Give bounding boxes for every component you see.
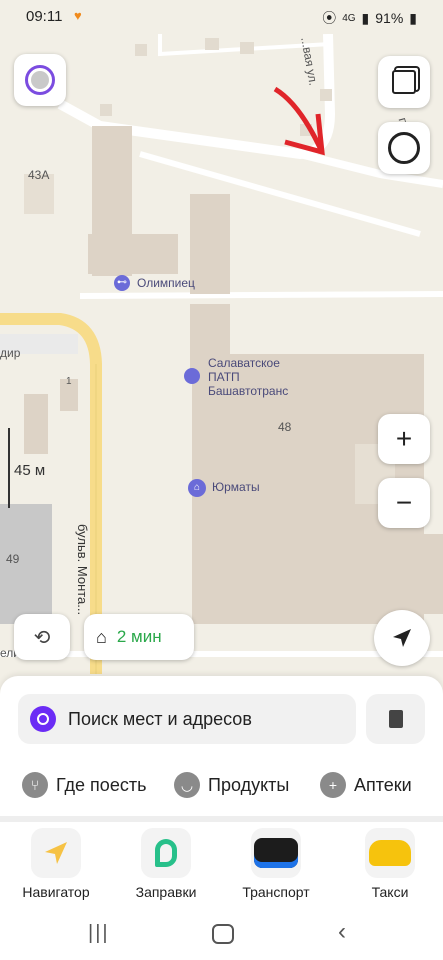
zoom-out-button[interactable]: −	[378, 478, 430, 528]
poi-patp-line1: Салаватское	[208, 356, 280, 370]
poi-marker-icon[interactable]	[184, 368, 200, 384]
home-nav-icon[interactable]	[212, 924, 234, 944]
plus-icon: +	[320, 772, 346, 798]
plus-icon: +	[395, 423, 413, 454]
services-row: Навигатор Заправки Транспорт Такси	[0, 822, 443, 910]
back-icon[interactable]: ‹	[338, 918, 346, 946]
alice-button[interactable]	[378, 122, 430, 174]
bookmark-icon	[388, 710, 403, 728]
map[interactable]: ...вая ул. п 43А ⊷ Олимпиец Салаватское …	[0, 34, 443, 674]
layers-button[interactable]	[378, 56, 430, 108]
home-eta-button[interactable]: ⌂ 2 мин	[84, 614, 194, 660]
minus-icon: −	[395, 487, 413, 518]
system-nav-bar: ||| ‹	[0, 910, 443, 960]
avatar-icon	[25, 65, 55, 95]
status-icons: ⦿ 4G ▮ 91% ▮	[322, 8, 417, 28]
eta-label: 2 мин	[116, 627, 162, 646]
taxi-icon	[365, 828, 415, 878]
category-groceries[interactable]: ◡ Продукты	[174, 768, 289, 802]
heart-icon: ♥	[74, 8, 82, 23]
app-fuel-label: Заправки	[135, 884, 197, 900]
app-transport[interactable]: Транспорт	[226, 828, 326, 900]
status-bar: 09:11 ♥ ⦿ 4G ▮ 91% ▮	[0, 0, 443, 34]
category-groceries-label: Продукты	[208, 774, 290, 795]
poi-yurmaty[interactable]: Юрматы	[212, 480, 260, 494]
poi-patp[interactable]: Салаватское ПАТП Башавтотранс	[208, 356, 288, 398]
app-taxi-label: Такси	[371, 884, 409, 900]
scale-label: 45 м	[14, 462, 46, 479]
bus-icon	[251, 828, 301, 878]
fitness-icon[interactable]: ⊷	[114, 275, 130, 291]
app-fuel[interactable]: Заправки	[116, 828, 216, 900]
location-icon: ⦿	[322, 10, 337, 26]
route-button[interactable]: ⟲	[14, 614, 70, 660]
route-icon: ⟲	[33, 626, 51, 649]
my-location-button[interactable]	[374, 610, 430, 666]
house-number-49: 49	[6, 552, 20, 566]
app-navigator-label: Навигатор	[22, 884, 90, 900]
poi-patp-line2: ПАТП	[208, 370, 240, 384]
app-taxi[interactable]: Такси	[340, 828, 440, 900]
house-number-48: 48	[278, 420, 292, 434]
poi-olimpiets[interactable]: Олимпиец	[137, 276, 195, 290]
house-number-1: 1	[66, 376, 72, 387]
scale-bar	[8, 428, 10, 508]
search-placeholder: Поиск мест и адресов	[68, 708, 252, 729]
category-pharmacy[interactable]: + Аптеки	[320, 768, 412, 802]
location-arrow-icon	[393, 629, 411, 647]
status-time: 09:11	[26, 8, 63, 25]
hotel-icon[interactable]: ⌂	[188, 479, 206, 497]
battery-icon: ▮	[409, 9, 417, 26]
battery-text: 91%	[375, 10, 404, 26]
poi-patp-line3: Башавтотранс	[208, 384, 289, 398]
street-label-boulevard: бульв. Монта...	[75, 524, 90, 616]
category-pharmacy-label: Аптеки	[354, 774, 412, 795]
alice-ring-icon	[388, 132, 420, 164]
label-dir: дир	[0, 346, 21, 360]
navigator-arrow-icon	[31, 828, 81, 878]
bottom-sheet: Поиск мест и адресов ⑂ Где поесть ◡ Прод…	[0, 676, 443, 816]
app-navigator[interactable]: Навигатор	[6, 828, 106, 900]
recent-apps-icon[interactable]: |||	[88, 922, 110, 945]
app-transport-label: Транспорт	[242, 884, 310, 900]
signal-icon: ▮	[361, 9, 370, 26]
layers-icon	[392, 70, 416, 94]
zoom-in-button[interactable]: +	[378, 414, 430, 464]
house-number-43a: 43А	[28, 168, 50, 182]
fork-knife-icon: ⑂	[22, 772, 48, 798]
category-food-label: Где поесть	[56, 774, 147, 795]
fuel-icon	[141, 828, 191, 878]
map-canvas	[0, 34, 443, 674]
bookmarks-button[interactable]	[366, 694, 425, 744]
alice-icon	[30, 706, 56, 732]
profile-button[interactable]	[14, 54, 66, 106]
category-food[interactable]: ⑂ Где поесть	[22, 768, 146, 802]
basket-icon: ◡	[174, 772, 200, 798]
network-label: 4G	[342, 12, 356, 24]
home-icon: ⌂	[96, 626, 107, 647]
search-input[interactable]: Поиск мест и адресов	[18, 694, 356, 744]
